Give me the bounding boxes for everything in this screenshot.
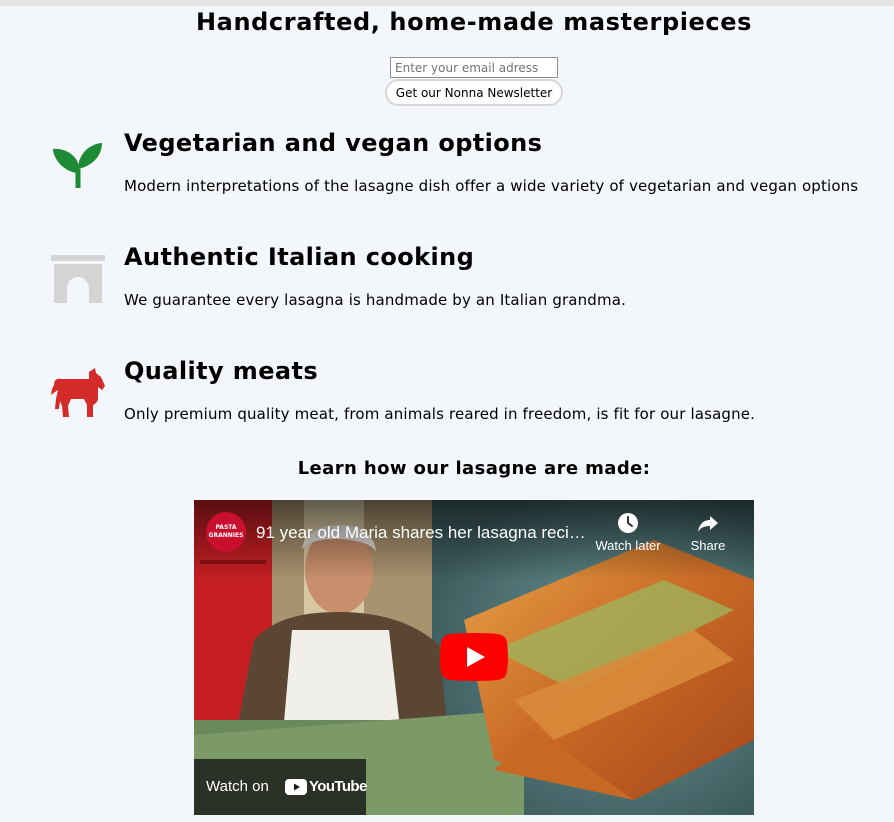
feature-text: We guarantee every lasagna is handmade b… <box>124 291 627 309</box>
youtube-logo-icon <box>285 779 307 795</box>
share-button[interactable]: Share <box>663 512 753 553</box>
page-title: Handcrafted, home-made masterpieces <box>195 8 753 36</box>
watch-on-youtube-button[interactable]: Watch on YouTube <box>194 759 367 815</box>
feature-text: Modern interpretations of the lasagne di… <box>124 177 859 195</box>
feature-text: Only premium quality meat, from animals … <box>124 405 756 423</box>
feature-title: Quality meats <box>124 357 319 385</box>
watch-on-label: Watch on <box>206 778 269 795</box>
sprout-icon <box>53 143 102 188</box>
horse-icon <box>51 368 105 417</box>
share-label: Share <box>690 538 726 553</box>
feature-title: Vegetarian and vegan options <box>124 129 543 157</box>
video-title-link[interactable]: 91 year old Maria shares her lasagna rec… <box>256 522 586 544</box>
video-section-heading: Learn how our lasagne are made: <box>297 458 651 479</box>
newsletter-signup-button[interactable]: Get our Nonna Newsletter <box>385 79 563 106</box>
play-icon[interactable] <box>440 633 508 681</box>
watch-later-label: Watch later <box>595 538 661 553</box>
archway-icon <box>51 255 105 303</box>
watch-later-button[interactable]: Watch later <box>583 512 673 553</box>
clock-icon <box>618 513 638 533</box>
share-arrow-icon <box>698 516 718 532</box>
youtube-logo-text: YouTube <box>309 778 367 795</box>
youtube-video-embed[interactable]: PASTA GRANNIES 91 year old Maria shares … <box>194 500 754 815</box>
email-input[interactable] <box>390 57 558 78</box>
feature-title: Authentic Italian cooking <box>124 243 475 271</box>
channel-avatar[interactable]: PASTA GRANNIES <box>206 512 246 552</box>
